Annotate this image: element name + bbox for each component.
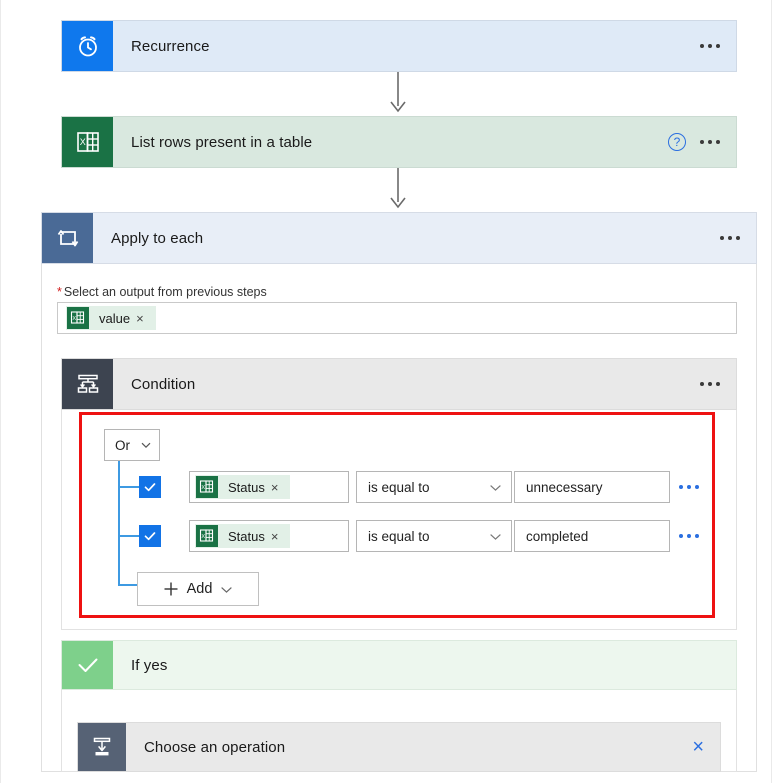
- step-title: Condition: [131, 375, 196, 393]
- logic-operator-dropdown[interactable]: Or: [104, 429, 160, 461]
- logic-operator-value: Or: [115, 437, 130, 453]
- condition-operand-field[interactable]: X Status ×: [189, 520, 349, 552]
- plus-icon: [164, 582, 178, 596]
- condition-connector-branch: [118, 535, 141, 537]
- condition-operator-value: is equal to: [368, 528, 430, 544]
- excel-icon: X: [62, 117, 113, 167]
- card-actions: [700, 21, 736, 71]
- step-title: Apply to each: [111, 229, 204, 247]
- condition-connector-trunk: [118, 461, 120, 585]
- loop-icon: [42, 213, 93, 263]
- card-actions: ?: [668, 117, 736, 167]
- token-chip-status[interactable]: X Status ×: [195, 475, 291, 499]
- step-card-choose-operation[interactable]: Choose an operation ×: [77, 722, 721, 772]
- token-chip-status[interactable]: X Status ×: [195, 524, 291, 548]
- chevron-down-icon: [141, 442, 151, 449]
- svg-text:X: X: [201, 534, 205, 540]
- chevron-down-icon: [221, 586, 233, 593]
- more-options-icon[interactable]: [700, 382, 720, 386]
- more-options-icon[interactable]: [700, 44, 720, 48]
- close-icon[interactable]: ×: [692, 737, 704, 757]
- more-options-icon[interactable]: [679, 485, 699, 489]
- add-button-label: Add: [186, 581, 213, 597]
- card-actions: ×: [692, 723, 720, 771]
- chevron-down-icon: [490, 533, 501, 540]
- condition-operator-dropdown[interactable]: is equal to: [356, 520, 512, 552]
- select-output-label: * Select an output from previous steps: [57, 285, 267, 299]
- more-options-icon[interactable]: [700, 140, 720, 144]
- more-options-icon[interactable]: [679, 534, 699, 538]
- condition-connector-branch: [118, 486, 141, 488]
- excel-icon: X: [196, 525, 218, 547]
- excel-icon: X: [196, 476, 218, 498]
- flow-connector-arrow: [387, 72, 409, 116]
- step-title: Choose an operation: [144, 738, 286, 756]
- checkmark-icon: [144, 483, 156, 492]
- condition-operator-dropdown[interactable]: is equal to: [356, 471, 512, 503]
- step-card-recurrence[interactable]: Recurrence: [61, 20, 737, 72]
- more-options-icon[interactable]: [720, 236, 740, 240]
- condition-value-input[interactable]: unnecessary: [514, 471, 670, 503]
- condition-operator-value: is equal to: [368, 479, 430, 495]
- excel-icon: X: [67, 307, 89, 329]
- select-output-input[interactable]: X value ×: [57, 302, 737, 334]
- token-remove-icon[interactable]: ×: [136, 311, 156, 326]
- token-label: Status: [228, 479, 265, 495]
- alarm-clock-icon: [62, 21, 113, 71]
- condition-value-input[interactable]: completed: [514, 520, 670, 552]
- token-chip-value[interactable]: X value ×: [66, 306, 156, 330]
- condition-row-checkbox[interactable]: [139, 476, 161, 498]
- token-remove-icon[interactable]: ×: [271, 480, 291, 495]
- step-card-apply-to-each[interactable]: Apply to each: [41, 212, 757, 264]
- checkmark-icon: [62, 641, 113, 689]
- svg-text:X: X: [79, 137, 85, 147]
- svg-text:X: X: [201, 485, 205, 491]
- token-remove-icon[interactable]: ×: [271, 529, 291, 544]
- condition-branch-icon: [62, 359, 113, 409]
- svg-text:X: X: [72, 316, 76, 322]
- field-label-text: Select an output from previous steps: [63, 285, 267, 299]
- checkmark-icon: [144, 532, 156, 541]
- flow-designer-canvas: Recurrence X List rows present in a tabl…: [0, 0, 772, 783]
- required-asterisk: *: [57, 285, 62, 299]
- condition-row-checkbox[interactable]: [139, 525, 161, 547]
- branch-card-if-yes[interactable]: If yes: [61, 640, 737, 690]
- help-icon[interactable]: ?: [668, 133, 686, 151]
- card-actions: [720, 213, 756, 263]
- step-title: List rows present in a table: [131, 133, 313, 151]
- token-label: value: [99, 310, 131, 326]
- flow-connector-arrow: [387, 168, 409, 212]
- insert-step-icon: [78, 723, 126, 771]
- branch-title: If yes: [131, 656, 168, 674]
- card-actions: [700, 359, 736, 409]
- step-title: Recurrence: [131, 37, 210, 55]
- step-card-condition[interactable]: Condition: [61, 358, 737, 410]
- token-label: Status: [228, 528, 265, 544]
- chevron-down-icon: [490, 484, 501, 491]
- add-condition-button[interactable]: Add: [137, 572, 259, 606]
- step-card-list-rows[interactable]: X List rows present in a table ?: [61, 116, 737, 168]
- condition-operand-field[interactable]: X Status ×: [189, 471, 349, 503]
